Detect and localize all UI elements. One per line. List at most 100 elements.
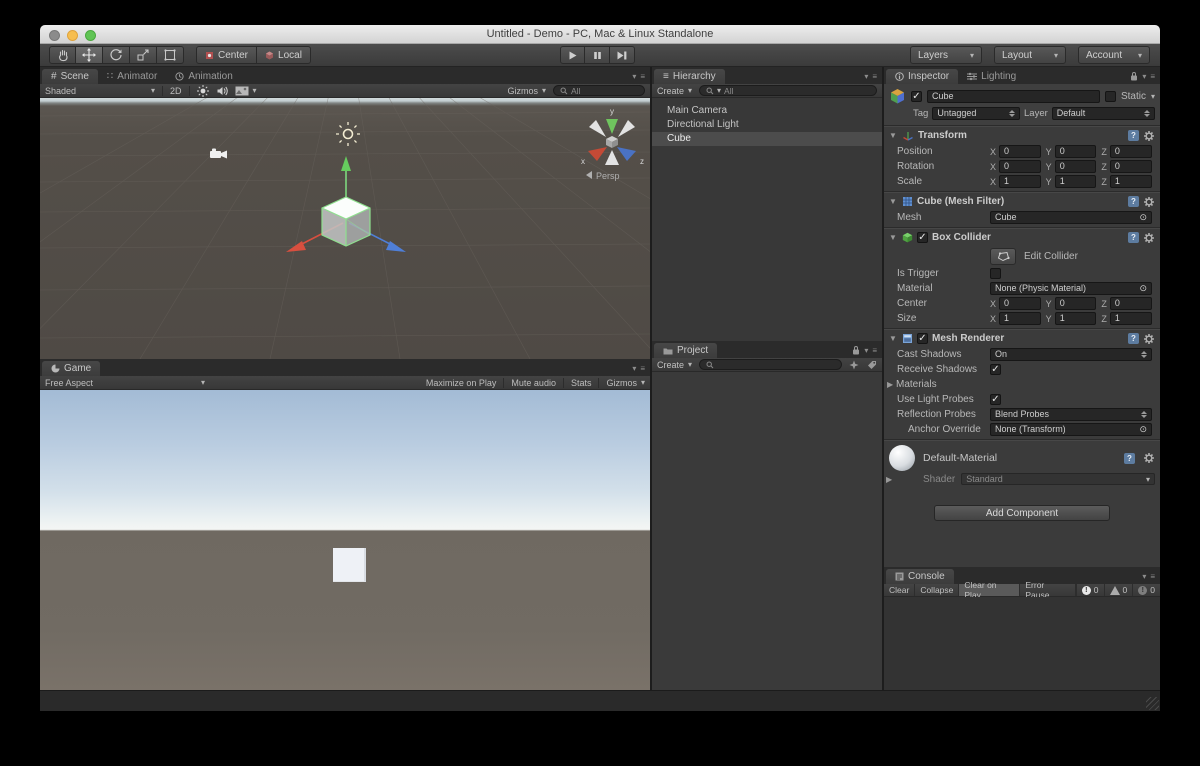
console-error-pause-button[interactable]: Error Pause — [1020, 580, 1076, 600]
console-clear-on-play-button[interactable]: Clear on Play — [959, 580, 1021, 600]
object-picker-icon[interactable]: ⊙ — [1139, 283, 1147, 294]
gear-icon[interactable] — [1143, 452, 1155, 464]
hierarchy-create-button[interactable]: Create ▾ — [657, 86, 692, 96]
object-picker-icon[interactable]: ⊙ — [1139, 212, 1147, 223]
foldout-open-icon[interactable]: ▼ — [889, 131, 898, 140]
scale-tool-button[interactable] — [130, 46, 157, 64]
move-tool-button[interactable] — [76, 46, 103, 64]
scene-cube-selection[interactable] — [286, 156, 406, 252]
size-y-field[interactable]: 1 — [1054, 312, 1097, 325]
position-x-field[interactable]: 0 — [999, 145, 1041, 158]
account-dropdown[interactable]: Account ▾ — [1078, 46, 1150, 64]
rotation-x-field[interactable]: 0 — [999, 160, 1041, 173]
object-picker-icon[interactable]: ⊙ — [1139, 424, 1147, 435]
scene-audio-icon[interactable] — [216, 85, 228, 97]
project-content[interactable] — [652, 372, 882, 690]
mesh-renderer-enabled-checkbox[interactable]: ✓ — [917, 333, 928, 344]
console-info-badge[interactable]: ! 0 — [1075, 584, 1104, 596]
gear-icon[interactable] — [1143, 196, 1155, 208]
tab-inspector[interactable]: Inspector — [886, 69, 959, 84]
layers-dropdown[interactable]: Layers ▾ — [910, 46, 982, 64]
static-dropdown-icon[interactable]: ▾ — [1151, 92, 1155, 101]
tab-animator[interactable]: ∷ Animator — [98, 69, 166, 84]
size-z-field[interactable]: 1 — [1109, 312, 1153, 325]
hierarchy-item-directional-light[interactable]: Directional Light — [652, 118, 882, 132]
stats-button[interactable]: Stats — [571, 378, 592, 388]
aspect-dropdown[interactable]: Free Aspect ▾ — [45, 378, 205, 388]
rect-tool-button[interactable] — [157, 46, 184, 64]
position-z-field[interactable]: 0 — [1109, 145, 1153, 158]
resize-grip[interactable] — [1146, 697, 1159, 710]
console-warning-badge[interactable]: 0 — [1103, 584, 1133, 596]
tab-hierarchy[interactable]: ≡ Hierarchy — [654, 69, 725, 84]
is-trigger-checkbox[interactable] — [990, 268, 1001, 279]
mesh-object-field[interactable]: Cube ⊙ — [990, 211, 1152, 224]
pause-button[interactable] — [585, 46, 610, 64]
project-search-input[interactable] — [699, 359, 842, 370]
favorites-icon[interactable] — [849, 360, 859, 370]
maximize-on-play-button[interactable]: Maximize on Play — [426, 378, 497, 388]
help-icon[interactable]: ? — [1128, 333, 1139, 344]
game-gizmos-dropdown[interactable]: Gizmos ▾ — [606, 378, 645, 388]
scene-effects-dropdown[interactable]: ▾ — [235, 86, 257, 96]
foldout-open-icon[interactable]: ▼ — [889, 334, 898, 343]
edit-collider-button[interactable] — [990, 247, 1016, 265]
hierarchy-item-main-camera[interactable]: Main Camera — [652, 104, 882, 118]
help-icon[interactable]: ? — [1124, 452, 1135, 464]
scale-y-field[interactable]: 1 — [1054, 175, 1097, 188]
labels-icon[interactable] — [867, 360, 877, 370]
foldout-open-icon[interactable]: ▼ — [889, 233, 898, 242]
step-button[interactable] — [610, 46, 635, 64]
pivot-local-button[interactable]: Local — [257, 46, 311, 64]
play-button[interactable] — [560, 46, 585, 64]
scene-orientation-gizmo[interactable]: y x z — [581, 107, 644, 166]
scale-x-field[interactable]: 1 — [999, 175, 1041, 188]
shader-dropdown[interactable]: Standard ▾ — [961, 473, 1155, 485]
layout-dropdown[interactable]: Layout ▾ — [994, 46, 1066, 64]
console-collapse-button[interactable]: Collapse — [915, 584, 960, 596]
tab-scene[interactable]: # Scene — [42, 69, 98, 84]
scene-gizmos-dropdown[interactable]: Gizmos ▾ — [507, 86, 546, 96]
console-error-badge[interactable]: ! 0 — [1132, 584, 1160, 596]
tab-lighting[interactable]: Lighting — [958, 69, 1025, 84]
console-log-area[interactable] — [884, 597, 1160, 690]
mute-audio-button[interactable]: Mute audio — [511, 378, 556, 388]
active-checkbox[interactable]: ✓ — [911, 90, 922, 102]
directional-light-gizmo[interactable] — [336, 122, 360, 146]
size-x-field[interactable]: 1 — [999, 312, 1041, 325]
gear-icon[interactable] — [1143, 232, 1155, 244]
game-panel-menu[interactable]: ▾ ≡ — [632, 364, 650, 376]
foldout-open-icon[interactable]: ▼ — [889, 197, 898, 206]
tab-animation[interactable]: Animation — [166, 69, 241, 84]
inspector-panel-controls[interactable]: ▾ ≡ — [1130, 71, 1160, 84]
foldout-closed-icon[interactable]: ▶ — [887, 380, 896, 389]
foldout-closed-icon[interactable]: ▶ — [886, 475, 895, 484]
static-checkbox[interactable] — [1104, 90, 1116, 102]
toggle-2d-button[interactable]: 2D — [170, 86, 182, 96]
receive-shadows-checkbox[interactable]: ✓ — [990, 364, 1001, 375]
scene-lighting-icon[interactable] — [196, 84, 209, 97]
console-clear-button[interactable]: Clear — [884, 584, 916, 596]
hand-tool-button[interactable] — [49, 46, 76, 64]
rotate-tool-button[interactable] — [103, 46, 130, 64]
tab-project[interactable]: Project — [654, 343, 718, 358]
pivot-center-button[interactable]: Center — [196, 46, 258, 64]
layer-dropdown[interactable]: Default — [1051, 106, 1155, 120]
name-field[interactable]: Cube — [927, 89, 1100, 103]
use-light-probes-checkbox[interactable]: ✓ — [990, 394, 1001, 405]
tab-console[interactable]: Console — [886, 569, 954, 584]
center-z-field[interactable]: 0 — [1109, 297, 1153, 310]
center-x-field[interactable]: 0 — [999, 297, 1041, 310]
tab-game[interactable]: Game — [42, 361, 101, 376]
render-mode-dropdown[interactable]: Shaded ▾ — [45, 86, 155, 96]
rotation-z-field[interactable]: 0 — [1109, 160, 1153, 173]
scene-search-input[interactable]: All — [553, 85, 645, 96]
gear-icon[interactable] — [1143, 130, 1155, 142]
physic-material-field[interactable]: None (Physic Material) ⊙ — [990, 282, 1152, 295]
center-y-field[interactable]: 0 — [1054, 297, 1097, 310]
help-icon[interactable]: ? — [1128, 130, 1139, 141]
rotation-y-field[interactable]: 0 — [1054, 160, 1097, 173]
box-collider-enabled-checkbox[interactable]: ✓ — [917, 232, 928, 243]
help-icon[interactable]: ? — [1128, 232, 1139, 243]
game-viewport[interactable] — [40, 390, 650, 690]
